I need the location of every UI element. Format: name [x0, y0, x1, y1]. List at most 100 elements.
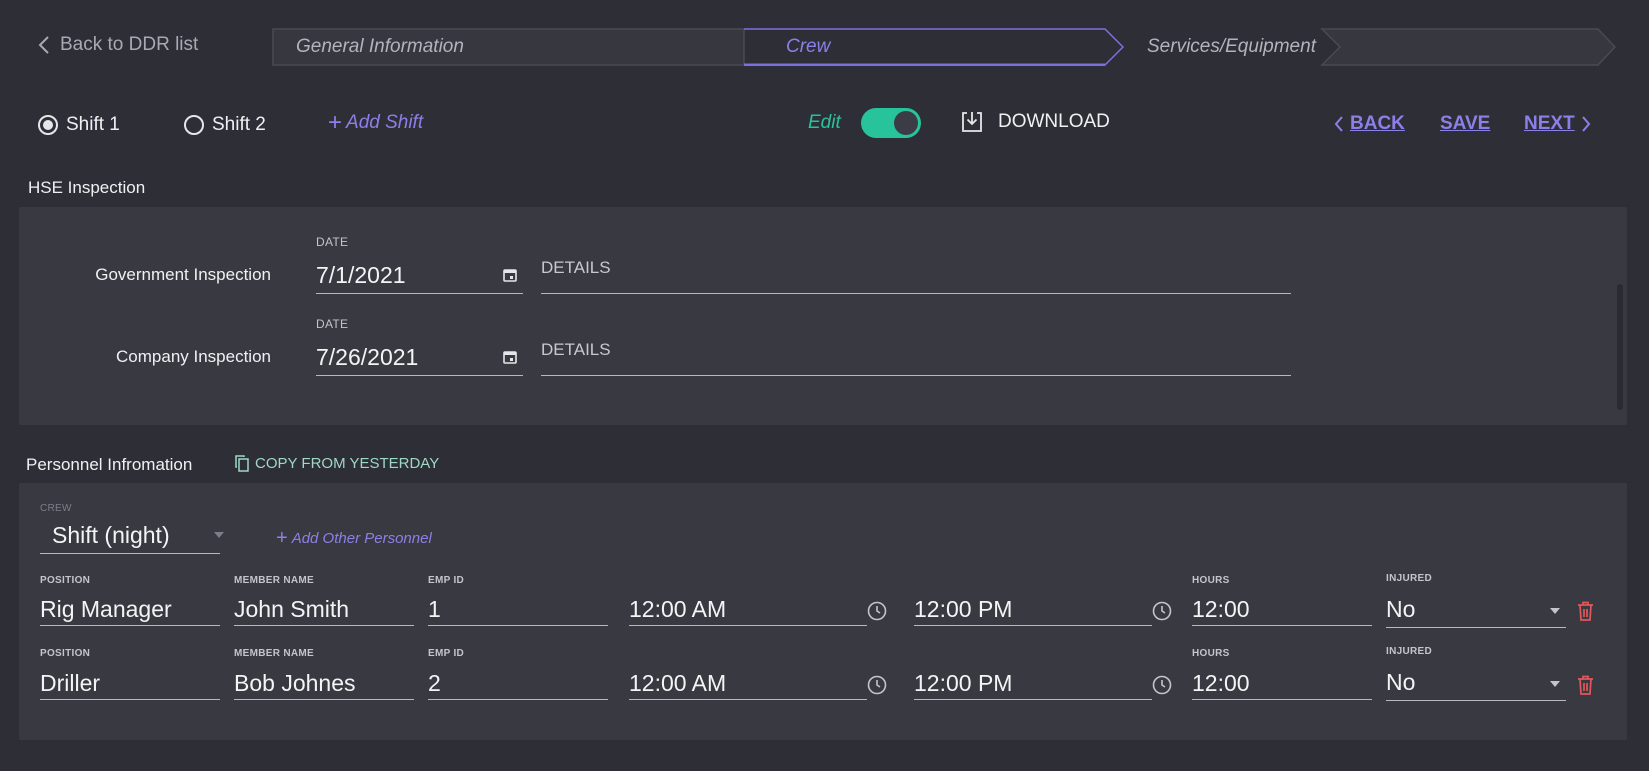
hse-scrollbar[interactable] — [1617, 284, 1623, 410]
inspection-name: Government Inspection — [95, 265, 271, 284]
next-button[interactable]: NEXT — [1524, 113, 1591, 135]
trash-icon[interactable] — [1577, 601, 1594, 621]
hours-label: HOURS — [1192, 648, 1230, 659]
government-details-input[interactable]: DETAILS — [541, 256, 1291, 294]
date-label: DATE — [316, 235, 349, 249]
date-label: DATE — [316, 317, 349, 331]
download-icon — [962, 112, 982, 132]
details-placeholder: DETAILS — [541, 258, 611, 277]
hours-input[interactable]: 12:00 — [1192, 592, 1372, 626]
crew-value: Shift (night) — [52, 522, 170, 548]
add-other-personnel-label: Add Other Personnel — [291, 529, 432, 547]
plus-icon: + — [276, 527, 288, 549]
add-shift-label: Add Shift — [346, 112, 424, 133]
member-name-value: John Smith — [234, 596, 350, 622]
position-value: Driller — [40, 670, 101, 696]
emp-id-label: EMP ID — [428, 648, 465, 659]
shift-1-label: Shift 1 — [66, 114, 120, 135]
radio-unselected-icon — [184, 115, 204, 135]
step-services-equipment[interactable]: Services/Equipment — [1147, 36, 1316, 58]
company-details-input[interactable]: DETAILS — [541, 338, 1291, 376]
chevron-left-icon — [1334, 116, 1343, 132]
caret-down-icon — [1550, 681, 1560, 687]
clock-icon[interactable] — [1152, 601, 1172, 621]
hours-value: 12:00 — [1192, 596, 1250, 622]
back-to-list-link[interactable]: Back to DDR list — [38, 34, 198, 56]
back-label: BACK — [1350, 113, 1405, 134]
member-name-value: Bob Johnes — [234, 670, 356, 696]
clock-icon[interactable] — [867, 601, 887, 621]
government-date-input[interactable]: 7/1/2021 — [316, 256, 523, 294]
toggle-knob — [894, 111, 918, 135]
emp-id-value: 2 — [428, 670, 441, 696]
end-time-value: 12:00 PM — [914, 670, 1013, 696]
hours-input[interactable]: 12:00 — [1192, 666, 1372, 700]
download-button[interactable]: DOWNLOAD — [960, 110, 1110, 134]
back-button[interactable]: BACK — [1334, 113, 1405, 135]
crew-select[interactable]: Shift (night) — [40, 516, 224, 554]
radio-selected-icon — [38, 115, 58, 135]
injured-select[interactable]: No — [1386, 590, 1566, 628]
inspection-name: Company Inspection — [116, 347, 271, 366]
clock-icon[interactable] — [1152, 675, 1172, 695]
position-value: Rig Manager — [40, 596, 172, 622]
end-time-value: 12:00 PM — [914, 596, 1013, 622]
back-to-list-label: Back to DDR list — [60, 34, 199, 55]
caret-down-icon — [1550, 608, 1560, 614]
start-time-value: 12:00 AM — [629, 670, 727, 696]
add-other-personnel-button[interactable]: + Add Other Personnel — [276, 527, 432, 549]
shift-2-label: Shift 2 — [212, 114, 266, 135]
start-time-input[interactable]: 12:00 AM — [629, 666, 867, 700]
calendar-icon[interactable] — [503, 268, 517, 282]
shift-1-radio[interactable]: Shift 1 — [38, 114, 120, 136]
hours-label: HOURS — [1192, 575, 1230, 586]
member-name-label: MEMBER NAME — [234, 575, 314, 586]
step-crew[interactable]: Crew — [786, 36, 830, 58]
injured-label: INJURED — [1386, 573, 1432, 584]
copy-label: COPY FROM YESTERDAY — [255, 455, 440, 472]
date-value: 7/1/2021 — [316, 262, 406, 288]
copy-from-yesterday-button[interactable]: COPY FROM YESTERDAY — [235, 455, 439, 472]
emp-id-input[interactable]: 2 — [428, 666, 608, 700]
copy-icon — [235, 455, 249, 472]
plus-icon: + — [328, 109, 343, 136]
save-button[interactable]: SAVE — [1440, 113, 1490, 135]
position-label: POSITION — [40, 648, 91, 659]
save-label: SAVE — [1440, 113, 1491, 134]
end-time-input[interactable]: 12:00 PM — [914, 666, 1152, 700]
position-input[interactable]: Driller — [40, 666, 220, 700]
shift-2-radio[interactable]: Shift 2 — [184, 114, 266, 136]
edit-label: Edit — [808, 112, 841, 133]
chevron-right-icon — [1581, 116, 1591, 132]
injured-label: INJURED — [1386, 646, 1432, 657]
company-date-input[interactable]: 7/26/2021 — [316, 338, 523, 376]
add-shift-button[interactable]: + Add Shift — [328, 109, 424, 136]
emp-id-value: 1 — [428, 596, 441, 622]
caret-down-icon — [214, 532, 224, 538]
chevron-left-icon — [38, 36, 49, 54]
member-name-label: MEMBER NAME — [234, 648, 314, 659]
injured-value: No — [1386, 596, 1416, 622]
hours-value: 12:00 — [1192, 670, 1250, 696]
member-name-input[interactable]: Bob Johnes — [234, 666, 414, 700]
details-placeholder: DETAILS — [541, 340, 611, 359]
crew-label: CREW — [40, 503, 72, 514]
emp-id-label: EMP ID — [428, 575, 465, 586]
personnel-section-title: Personnel Infromation — [26, 455, 193, 474]
step-progress: General Information Crew Services/Equipm… — [272, 28, 1616, 66]
emp-id-input[interactable]: 1 — [428, 592, 608, 626]
hse-section-title: HSE Inspection — [28, 178, 146, 197]
download-label: DOWNLOAD — [998, 111, 1110, 132]
step-general-information[interactable]: General Information — [296, 36, 464, 58]
edit-toggle[interactable] — [861, 108, 921, 138]
clock-icon[interactable] — [867, 675, 887, 695]
member-name-input[interactable]: John Smith — [234, 592, 414, 626]
calendar-icon[interactable] — [503, 350, 517, 364]
next-label: NEXT — [1524, 113, 1575, 134]
start-time-input[interactable]: 12:00 AM — [629, 592, 867, 626]
start-time-value: 12:00 AM — [629, 596, 727, 622]
position-input[interactable]: Rig Manager — [40, 592, 220, 626]
trash-icon[interactable] — [1577, 675, 1594, 695]
end-time-input[interactable]: 12:00 PM — [914, 592, 1152, 626]
injured-select[interactable]: No — [1386, 663, 1566, 701]
